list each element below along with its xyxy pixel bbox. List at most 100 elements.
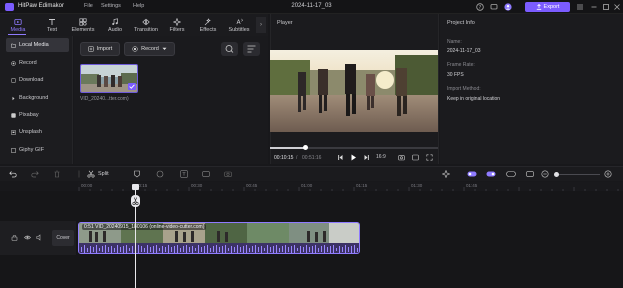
account-icon[interactable] (504, 3, 512, 11)
close-icon[interactable] (613, 3, 621, 11)
zoom-slider-track[interactable] (557, 174, 600, 175)
import-label: Import (96, 46, 113, 52)
delete-icon[interactable] (53, 170, 61, 178)
marker-icon[interactable] (133, 170, 141, 178)
menu-icon[interactable] (576, 3, 584, 11)
tool-effects-label: Effects (199, 26, 217, 33)
cover-button[interactable]: Cover (52, 230, 74, 246)
ruler-tick-label: 00:30 (191, 183, 203, 188)
timeline-ruler[interactable] (78, 182, 623, 191)
lock-track-icon[interactable] (11, 234, 18, 241)
split-icon[interactable] (87, 170, 95, 178)
pixabay-icon (11, 112, 16, 118)
tool-elements[interactable]: Elements (68, 14, 98, 36)
playback-progress-fill (270, 147, 306, 149)
frame-rate-label: Frame Rate: (447, 62, 475, 68)
sidebar-item-label: Unsplash (19, 129, 42, 135)
sidebar-item-pixabay[interactable]: Pixabay (6, 108, 69, 122)
question-icon[interactable]: ? (476, 3, 484, 11)
sidebar-item-label: Local Media (19, 42, 49, 48)
speed-icon[interactable] (202, 170, 210, 178)
search-button[interactable] (221, 42, 238, 56)
tool-elements-label: Elements (71, 26, 95, 33)
next-frame-icon[interactable] (363, 154, 370, 161)
text-icon (49, 18, 55, 25)
tool-text[interactable]: Text (37, 14, 67, 36)
zoom-slider-handle[interactable] (554, 172, 559, 177)
tool-text-label: Text (46, 26, 58, 33)
add-text-icon[interactable] (180, 170, 188, 178)
fullscreen-icon[interactable] (426, 154, 433, 161)
playback-progress-handle[interactable] (303, 145, 308, 150)
svg-text:?: ? (479, 5, 482, 11)
video-preview[interactable] (270, 50, 438, 132)
player-title: Player (277, 20, 293, 26)
tool-subtitles-label: Subtitles (228, 26, 250, 33)
sidebar-item-local-media[interactable]: Local Media (6, 38, 69, 52)
tool-transition-label: Transition (134, 26, 158, 33)
tool-audio-label: Audio (107, 26, 123, 33)
import-method-value: Keep in original location (447, 96, 501, 102)
mute-audio-icon[interactable] (36, 234, 43, 241)
zoom-out-icon[interactable] (541, 170, 549, 178)
play-icon[interactable] (350, 154, 357, 161)
freeze-frame-icon[interactable] (156, 170, 164, 178)
ruler-tick-label: 01:45 (466, 183, 478, 188)
export-button[interactable]: Export (525, 2, 570, 12)
feedback-icon[interactable] (490, 3, 498, 11)
snapshot-icon[interactable] (398, 154, 405, 161)
camera-icon[interactable] (224, 170, 232, 178)
sidebar-item-label: Pixabay (19, 112, 39, 118)
magnet-snap-icon[interactable] (467, 170, 477, 178)
tool-transition[interactable]: Transition (131, 14, 161, 36)
ruler-tick-label: 01:00 (301, 183, 313, 188)
import-button[interactable]: Import (80, 42, 120, 56)
record-button[interactable]: Record (124, 42, 175, 56)
active-tab-indicator (8, 34, 26, 35)
unsplash-icon (11, 129, 16, 135)
filters-icon (173, 17, 181, 26)
tool-subtitles[interactable]: A Subtitles (224, 14, 254, 36)
sidebar-item-label: Download (19, 77, 44, 83)
fit-timeline-icon[interactable] (526, 170, 534, 178)
maximize-icon[interactable] (602, 3, 610, 11)
chevron-right-icon[interactable]: › (256, 17, 266, 33)
sidebar-item-label: Giphy GIF (19, 147, 45, 153)
minimize-icon[interactable] (590, 3, 598, 11)
aspect-ratio-select[interactable]: 16:9 (376, 154, 386, 160)
sort-button[interactable] (243, 42, 260, 56)
elements-icon (79, 17, 87, 26)
import-method-label: Import Method: (447, 86, 481, 92)
playhead-handle[interactable] (132, 184, 139, 190)
sidebar-item-unsplash[interactable]: Unsplash (6, 125, 69, 139)
track-link-icon[interactable] (506, 170, 516, 178)
eye-visibility-icon[interactable] (24, 234, 31, 241)
link-toggle-icon[interactable] (486, 170, 496, 178)
search-icon (225, 45, 234, 53)
sidebar-item-record[interactable]: Record (6, 56, 69, 70)
ruler-tick-label: 00:45 (246, 183, 258, 188)
preview-quality-icon[interactable] (412, 154, 419, 161)
undo-icon[interactable] (9, 170, 17, 178)
tool-audio[interactable]: Audio (100, 14, 130, 36)
sidebar-item-download[interactable]: Download (6, 73, 69, 87)
sidebar-item-label: Background (19, 95, 49, 101)
ai-tools-icon[interactable] (442, 170, 450, 178)
export-icon (536, 4, 541, 10)
tool-filters[interactable]: Filters (162, 14, 192, 36)
sidebar-item-background[interactable]: Background (6, 91, 69, 105)
timeline-clip-label: 0:51 VID_20240915_180106 (online-video-c… (82, 224, 207, 230)
redo-icon[interactable] (31, 170, 39, 178)
zoom-in-icon[interactable] (604, 170, 612, 178)
tool-media[interactable]: Media (3, 14, 33, 36)
tool-media-label: Media (10, 26, 26, 33)
record-icon (132, 46, 138, 52)
ruler-tick-label: 01:15 (356, 183, 368, 188)
tool-effects[interactable]: Effects (193, 14, 223, 36)
sidebar-item-giphy[interactable]: Giphy GIF (6, 143, 69, 157)
split-button[interactable]: Split (98, 171, 109, 177)
effects-icon (204, 17, 211, 25)
previous-frame-icon[interactable] (337, 154, 344, 161)
scissors-icon[interactable] (131, 195, 140, 207)
project-name-label: Name: (447, 39, 462, 45)
